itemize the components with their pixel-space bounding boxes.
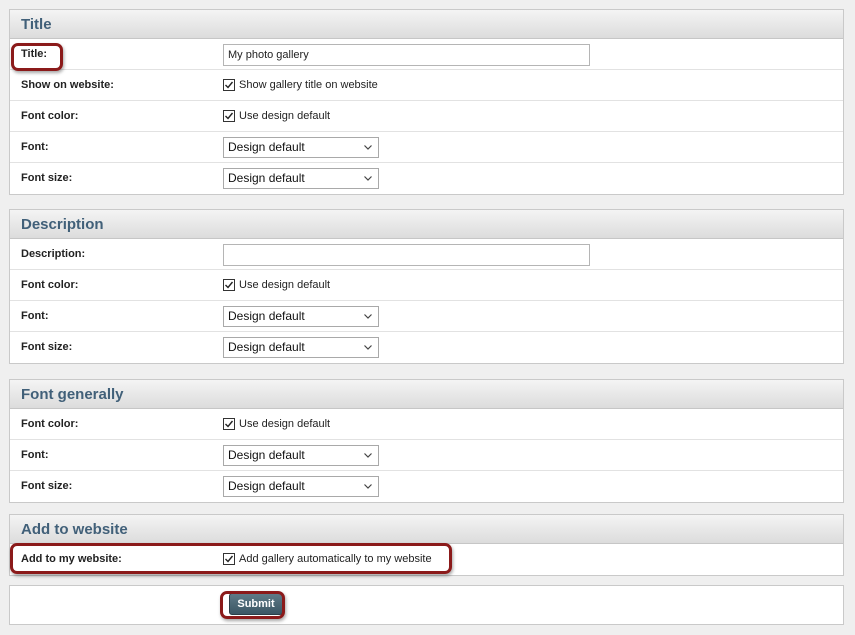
title-font-select[interactable]: Design default <box>223 137 379 158</box>
show-on-website-label: Show on website: <box>21 79 114 91</box>
description-section: Description Description: Font color: Use… <box>9 209 844 364</box>
title-font-select-value: Design default <box>228 140 305 154</box>
chevron-down-icon <box>364 176 372 181</box>
font-label: Font: <box>21 141 49 153</box>
general-font-select-value: Design default <box>228 448 305 462</box>
general-font-size-select[interactable]: Design default <box>223 476 379 497</box>
use-design-default-label: Use design default <box>239 418 331 430</box>
description-input[interactable] <box>223 244 590 266</box>
checked-checkbox-icon[interactable] <box>223 553 235 565</box>
description-section-heading: Description <box>10 210 843 239</box>
font-label: Font: <box>21 449 49 461</box>
general-font-color-row: Font color: Use design default <box>10 409 843 440</box>
use-design-default-label: Use design default <box>239 110 331 122</box>
title-font-color-checkbox[interactable]: Use design default <box>223 109 330 123</box>
title-font-size-select-value: Design default <box>228 171 305 185</box>
title-font-size-select[interactable]: Design default <box>223 168 379 189</box>
title-row: Title: <box>10 39 843 70</box>
general-font-size-row: Font size: Design default <box>10 471 843 502</box>
chevron-down-icon <box>364 453 372 458</box>
general-font-select[interactable]: Design default <box>223 445 379 466</box>
font-label: Font: <box>21 310 49 322</box>
checked-checkbox-icon[interactable] <box>223 418 235 430</box>
checked-checkbox-icon[interactable] <box>223 79 235 91</box>
font-color-label: Font color: <box>21 418 79 430</box>
description-font-color-checkbox[interactable]: Use design default <box>223 278 330 292</box>
show-on-website-row: Show on website: Show gallery title on w… <box>10 70 843 101</box>
description-font-select[interactable]: Design default <box>223 306 379 327</box>
title-label: Title: <box>21 48 48 60</box>
general-font-row: Font: Design default <box>10 440 843 471</box>
font-generally-section-heading: Font generally <box>10 380 843 409</box>
checked-checkbox-icon[interactable] <box>223 279 235 291</box>
chevron-down-icon <box>364 345 372 350</box>
use-design-default-label: Use design default <box>239 279 331 291</box>
description-font-size-row: Font size: Design default <box>10 332 843 363</box>
description-font-row: Font: Design default <box>10 301 843 332</box>
show-title-checkbox[interactable]: Show gallery title on website <box>223 78 378 92</box>
chevron-down-icon <box>364 314 372 319</box>
title-section-heading: Title <box>10 10 843 39</box>
description-font-size-select[interactable]: Design default <box>223 337 379 358</box>
general-font-size-select-value: Design default <box>228 479 305 493</box>
show-title-checkbox-label: Show gallery title on website <box>239 79 378 91</box>
add-to-website-section: Add to website Add to my website: Add ga… <box>9 514 844 576</box>
description-font-color-row: Font color: Use design default <box>10 270 843 301</box>
title-font-row: Font: Design default <box>10 132 843 163</box>
font-generally-section: Font generally Font color: Use design de… <box>9 379 844 503</box>
submit-button[interactable]: Submit <box>229 593 283 615</box>
title-input[interactable] <box>223 44 590 66</box>
font-size-label: Font size: <box>21 172 73 184</box>
submit-section: Submit <box>9 585 844 625</box>
title-section: Title Title: Show on website: Show galle… <box>9 9 844 195</box>
description-font-select-value: Design default <box>228 309 305 323</box>
chevron-down-icon <box>364 484 372 489</box>
font-color-label: Font color: <box>21 110 79 122</box>
font-size-label: Font size: <box>21 341 73 353</box>
title-font-color-row: Font color: Use design default <box>10 101 843 132</box>
add-to-website-row: Add to my website: Add gallery automatic… <box>10 544 843 575</box>
add-to-website-section-heading: Add to website <box>10 515 843 544</box>
chevron-down-icon <box>364 145 372 150</box>
add-automatically-checkbox-label: Add gallery automatically to my website <box>239 553 432 565</box>
add-automatically-checkbox[interactable]: Add gallery automatically to my website <box>223 552 432 566</box>
checked-checkbox-icon[interactable] <box>223 110 235 122</box>
general-font-color-checkbox[interactable]: Use design default <box>223 417 330 431</box>
description-row: Description: <box>10 239 843 270</box>
add-to-my-website-label: Add to my website: <box>21 553 122 565</box>
title-font-size-row: Font size: Design default <box>10 163 843 194</box>
description-font-size-select-value: Design default <box>228 340 305 354</box>
font-size-label: Font size: <box>21 480 73 492</box>
description-label: Description: <box>21 248 86 260</box>
font-color-label: Font color: <box>21 279 79 291</box>
